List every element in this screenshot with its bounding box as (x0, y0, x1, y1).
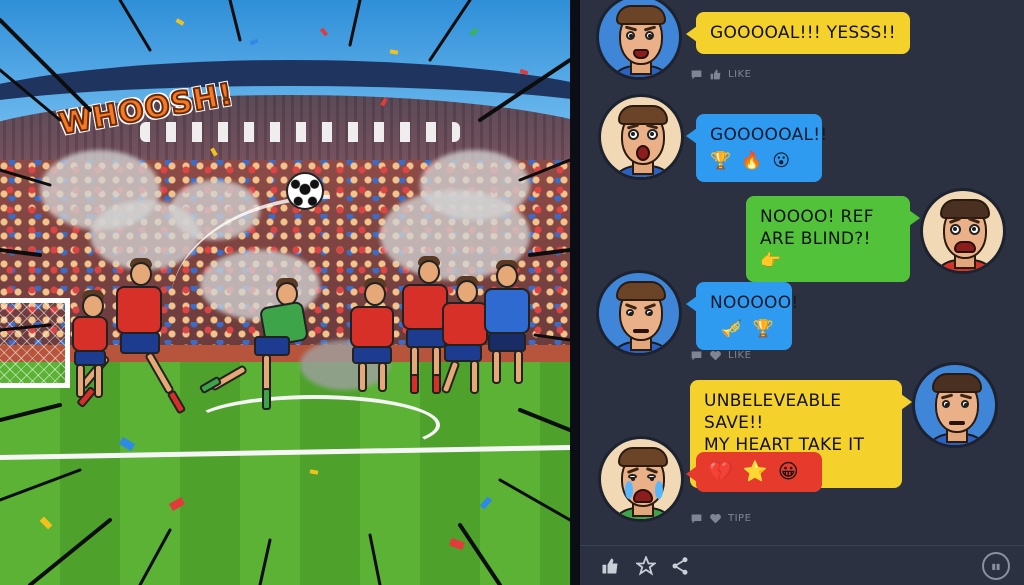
smoke-cloud (420, 150, 530, 220)
chat-bubble[interactable]: NOOOOO! 🎺 🏆 (686, 282, 799, 350)
user-avatar[interactable] (596, 0, 682, 80)
settings-badge-icon[interactable]: ▮▮ (982, 552, 1010, 580)
confetti (319, 27, 329, 37)
user-avatar[interactable] (598, 436, 684, 522)
surprised-face-icon: 😮 (772, 151, 791, 171)
comment-icon[interactable] (690, 68, 703, 81)
confetti (249, 38, 259, 46)
trophy-icon: 🏆 (752, 319, 774, 339)
chat-panel: GOOOOAL!!! YESSS!! LIKE GOOOOOAL!! 🏆 🔥 😮 (580, 0, 1024, 585)
reaction-row: TIPE (690, 512, 751, 525)
message-text: NOOOOO! (710, 293, 799, 313)
star-icon[interactable] (634, 554, 658, 578)
thumbs-up-icon[interactable] (598, 554, 622, 578)
reaction-row: LIKE (690, 68, 751, 81)
message-text-line: ARE BLIND?! (760, 229, 871, 249)
user-avatar[interactable] (596, 270, 682, 356)
message-text: GOOOOOAL!! (710, 125, 828, 145)
confetti (175, 18, 185, 26)
reaction-label[interactable]: LIKE (728, 69, 751, 80)
trophy-icon: 🏆 (710, 151, 732, 171)
message-text: GOOOOAL!!! YESSS!! (710, 23, 896, 43)
message-text-line: NOOOO! REF (760, 207, 874, 227)
comment-icon[interactable] (690, 349, 703, 362)
heart-icon[interactable] (709, 349, 722, 362)
chat-bubble[interactable]: GOOOOOAL!! 🏆 🔥 😮 (686, 114, 828, 182)
bottom-action-bar: ▮▮ (580, 545, 1024, 585)
chat-bubble[interactable]: GOOOOAL!!! YESSS!! (686, 12, 910, 54)
broken-heart-icon: 💔 (708, 459, 734, 483)
pitch-arc (190, 395, 440, 455)
trumpet-icon: 🎺 (721, 319, 743, 339)
grinning-face-icon: 😀 (777, 459, 799, 483)
panel-divider (570, 0, 580, 585)
confetti (389, 49, 399, 55)
chat-bubble[interactable]: NOOOO! REF ARE BLIND?! 👉 (746, 196, 920, 282)
comment-icon[interactable] (690, 512, 703, 525)
reaction-label[interactable]: TIPE (728, 513, 751, 524)
thumbs-up-icon[interactable] (709, 68, 722, 81)
goal-net (0, 298, 70, 388)
user-avatar[interactable] (598, 94, 684, 180)
chat-bubble[interactable]: 💔 ⭐ 😀 (686, 452, 822, 492)
heart-icon[interactable] (709, 512, 722, 525)
stadium-lights (140, 122, 460, 142)
message-text-line: UNBELEVEABLE SAVE!! (704, 391, 842, 433)
user-avatar[interactable] (912, 362, 998, 448)
star-icon: ⭐ (742, 459, 769, 483)
comic-stadium-scene: WHOOSH! (0, 0, 570, 585)
fire-icon: 🔥 (741, 151, 763, 171)
football-icon (286, 172, 324, 210)
user-avatar[interactable] (920, 188, 1006, 274)
reaction-label[interactable]: LIKE (728, 350, 751, 361)
pointing-hand-icon: 👉 (760, 251, 782, 271)
confetti (469, 27, 479, 37)
reaction-row: LIKE (690, 349, 751, 362)
share-icon[interactable] (668, 554, 692, 578)
